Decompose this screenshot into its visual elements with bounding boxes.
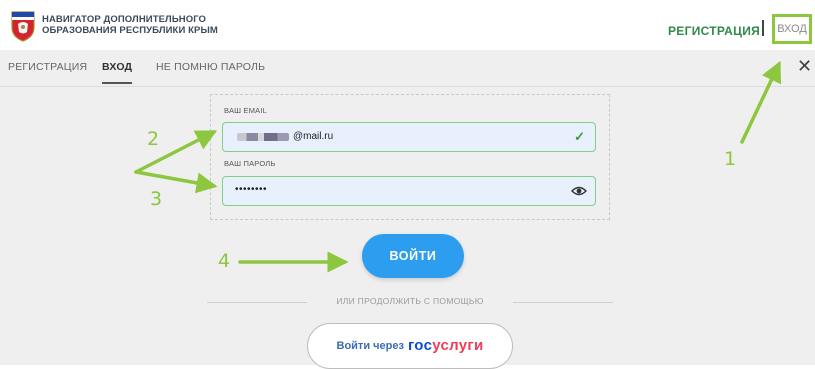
email-label: ВАШ EMAIL — [224, 106, 268, 115]
tab-forgot-password[interactable]: НЕ ПОМНЮ ПАРОЛЬ — [156, 61, 265, 73]
login-modal: РЕГИСТРАЦИЯ ВХОД НЕ ПОМНЮ ПАРОЛЬ ✕ ВАШ E… — [0, 50, 815, 369]
tab-registration[interactable]: РЕГИСТРАЦИЯ — [8, 61, 87, 73]
gosuslugi-logo: госуслуги — [408, 337, 484, 355]
blurred-email-username — [237, 133, 289, 141]
header-login-link[interactable]: ВХОД — [772, 14, 812, 44]
tab-login[interactable]: ВХОД — [102, 61, 132, 73]
email-field[interactable]: @mail.ru ✓ — [222, 122, 596, 152]
annotation-marker-3: 3 — [150, 188, 163, 210]
annotation-marker-4: 4 — [218, 250, 231, 272]
crimea-coat-of-arms-icon[interactable] — [10, 10, 36, 42]
eye-icon[interactable] — [571, 184, 587, 198]
brand-line-2: ОБРАЗОВАНИЯ РЕСПУБЛИКИ КРЫМ — [42, 25, 218, 36]
gosuslugi-logo-part2: услуги — [432, 337, 484, 354]
gosuslugi-login-button[interactable]: Войти через госуслуги — [307, 323, 513, 369]
password-field[interactable]: •••••••• — [222, 176, 596, 206]
login-button[interactable]: ВОЙТИ — [362, 234, 464, 278]
divider-line-right — [513, 302, 613, 303]
header-register-link[interactable]: РЕГИСТРАЦИЯ — [668, 24, 760, 38]
login-button-label: ВОЙТИ — [389, 249, 437, 263]
check-icon: ✓ — [574, 129, 585, 144]
auth-tabs: РЕГИСТРАЦИЯ ВХОД НЕ ПОМНЮ ПАРОЛЬ ✕ — [0, 50, 815, 87]
header-separator — [762, 20, 764, 36]
site-brand[interactable]: НАВИГАТОР ДОПОЛНИТЕЛЬНОГО ОБРАЗОВАНИЯ РЕ… — [42, 14, 218, 36]
password-value: •••••••• — [235, 184, 268, 195]
gosuslugi-prefix: Войти через — [336, 340, 404, 352]
email-value: @mail.ru — [293, 131, 334, 142]
annotation-marker-2: 2 — [147, 128, 160, 150]
close-icon[interactable]: ✕ — [797, 56, 812, 76]
password-label: ВАШ ПАРОЛЬ — [224, 159, 276, 168]
divider-text: ИЛИ ПРОДОЛЖИТЬ С ПОМОЩЬЮ — [336, 296, 484, 306]
gosuslugi-logo-part1: гос — [407, 337, 433, 354]
active-tab-indicator — [102, 82, 132, 84]
site-header: НАВИГАТОР ДОПОЛНИТЕЛЬНОГО ОБРАЗОВАНИЯ РЕ… — [0, 0, 815, 50]
divider-line-left — [207, 302, 307, 303]
header-login-label: ВХОД — [777, 23, 807, 35]
annotation-marker-1: 1 — [724, 148, 737, 170]
brand-line-1: НАВИГАТОР ДОПОЛНИТЕЛЬНОГО — [42, 14, 207, 25]
